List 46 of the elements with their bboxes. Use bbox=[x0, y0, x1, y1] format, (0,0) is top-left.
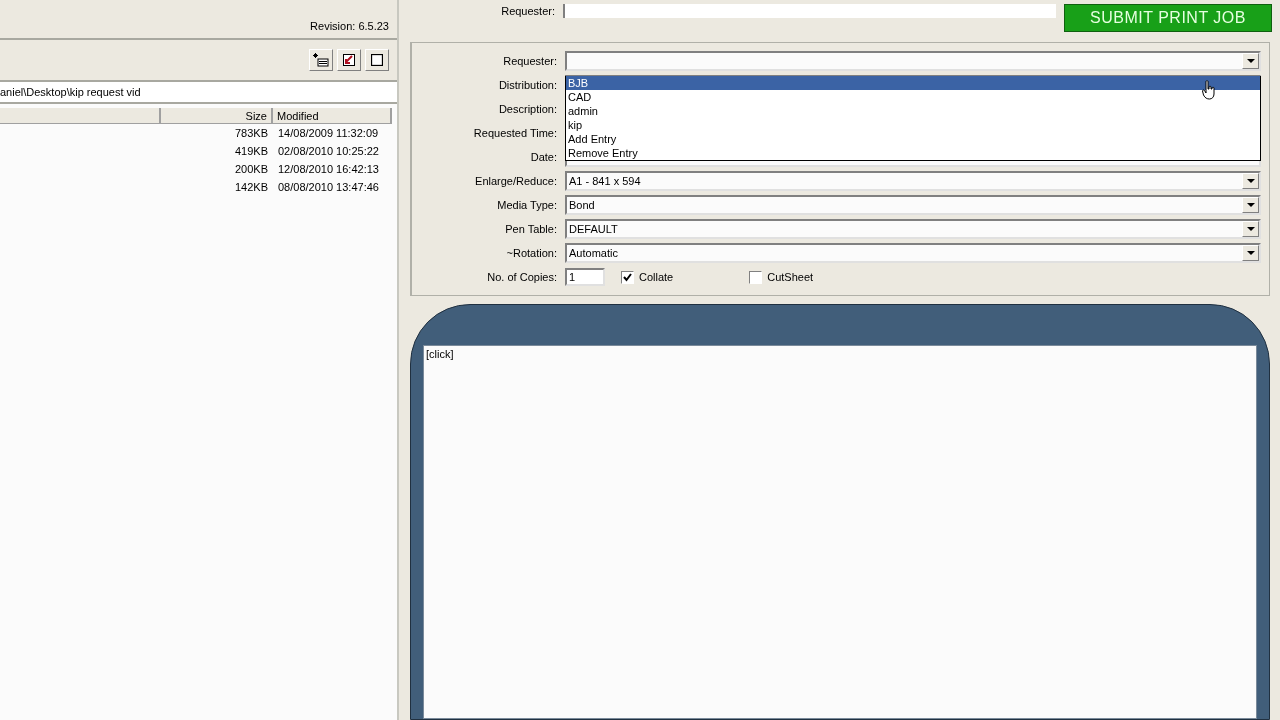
dropdown-option[interactable]: BJB bbox=[566, 76, 1260, 90]
table-cell: 200KB bbox=[234, 163, 268, 175]
field-label: Distribution: bbox=[497, 79, 557, 91]
field-label: Pen Table: bbox=[504, 223, 557, 235]
table-cell: 02/08/2010 10:25:22 bbox=[278, 145, 379, 157]
field-label: Description: bbox=[497, 103, 557, 115]
checkbox-label: CutSheet bbox=[767, 271, 814, 283]
hand-cursor-icon bbox=[1202, 80, 1216, 100]
checkbox[interactable] bbox=[621, 270, 634, 284]
preview-hint: [click] bbox=[426, 348, 454, 360]
field-label: Date: bbox=[529, 151, 557, 163]
dropdown-field[interactable] bbox=[565, 51, 1261, 71]
dropdown-option[interactable]: Add Entry bbox=[566, 132, 1260, 146]
dropdown-field[interactable]: A1 - 841 x 594 bbox=[565, 171, 1261, 191]
dropdown-field[interactable]: Automatic bbox=[565, 243, 1261, 263]
field-label: Requester: bbox=[502, 55, 557, 67]
field-label: Requested Time: bbox=[472, 127, 557, 139]
field-label: Requester: bbox=[500, 5, 555, 17]
preview-canvas[interactable]: [click] bbox=[423, 345, 1257, 719]
table-cell: 142KB bbox=[234, 181, 268, 193]
field-label: No. of Copies: bbox=[486, 271, 557, 283]
dropdown-field[interactable]: Bond bbox=[565, 195, 1261, 215]
field-label: Media Type: bbox=[496, 199, 557, 211]
path-field[interactable]: aniel\Desktop\kip request vid bbox=[0, 82, 397, 104]
checkbox[interactable] bbox=[749, 270, 763, 284]
dropdown-option[interactable]: Remove Entry bbox=[566, 146, 1260, 160]
dropdown-option[interactable]: admin bbox=[566, 104, 1260, 118]
copies-field[interactable]: 1 bbox=[565, 268, 605, 286]
table-cell: 08/08/2010 13:47:46 bbox=[278, 181, 379, 193]
square-icon[interactable] bbox=[365, 49, 389, 71]
checkbox-label: Collate bbox=[639, 271, 674, 283]
field-label: Enlarge/Reduce: bbox=[474, 175, 557, 187]
table-cell: 783KB bbox=[234, 127, 268, 139]
column-header[interactable]: Modified bbox=[273, 108, 392, 124]
table-cell: 14/08/2009 11:32:09 bbox=[278, 127, 379, 139]
table-cell: 12/08/2010 16:42:13 bbox=[278, 163, 379, 175]
edit-icon[interactable] bbox=[337, 49, 361, 71]
field-label: ~Rotation: bbox=[505, 247, 557, 259]
table-cell: 419KB bbox=[234, 145, 268, 157]
revision-label: Revision: 6.5.23 bbox=[310, 20, 389, 32]
requester-field[interactable] bbox=[563, 4, 1056, 18]
dropdown-field[interactable]: DEFAULT bbox=[565, 219, 1261, 239]
dropdown-option[interactable]: kip bbox=[566, 118, 1260, 132]
dropdown-option[interactable]: CAD bbox=[566, 90, 1260, 104]
column-header[interactable]: Size bbox=[161, 108, 273, 124]
new-list-icon[interactable] bbox=[309, 49, 333, 71]
